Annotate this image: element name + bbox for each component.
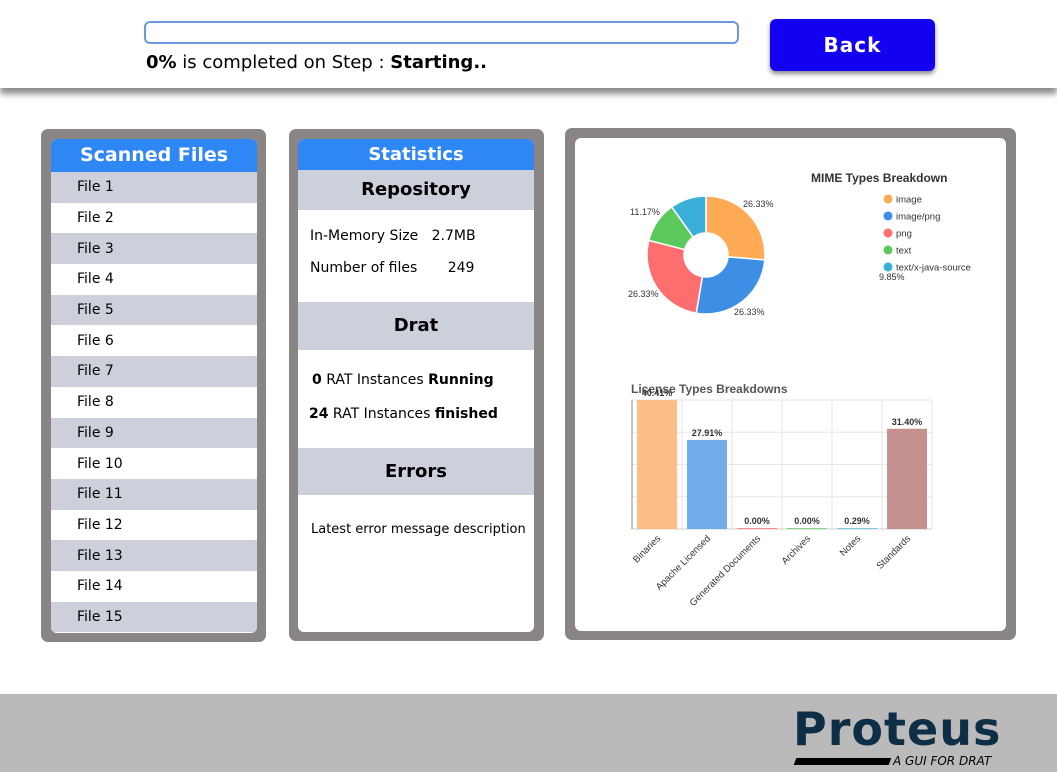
- error-message: Latest error message description: [311, 522, 526, 537]
- scanned-files-panel: Scanned Files File 1 File 2 File 3 File 4 Fi…: [41, 129, 266, 642]
- pie-slice: [646, 239, 704, 315]
- progress-step: Starting..: [390, 52, 487, 73]
- rat-running-row: 0 RAT Instances Running: [312, 372, 494, 388]
- rat-finished-text: RAT Instances: [328, 406, 435, 422]
- back-button[interactable]: Back: [770, 19, 935, 71]
- bar-value-label: 0.29%: [844, 516, 870, 526]
- legend-swatch: [883, 228, 893, 238]
- file-list-item[interactable]: File 1: [51, 172, 257, 203]
- legend-label: text: [896, 246, 912, 257]
- memory-size-row: In-Memory Size 2.7MB: [310, 228, 476, 244]
- file-list-item[interactable]: File 4: [51, 264, 257, 295]
- file-list-item[interactable]: File 2: [51, 202, 257, 234]
- drat-heading: Drat: [298, 302, 534, 350]
- brand-underline: [793, 758, 892, 765]
- file-list-item[interactable]: File 15: [51, 601, 257, 633]
- statistics-title: Statistics: [298, 139, 534, 170]
- x-tick-label: Notes: [838, 533, 864, 559]
- x-tick-label: Binaries: [631, 533, 663, 565]
- rat-finished-status: finished: [434, 406, 498, 422]
- scanned-files-list-container: Scanned Files File 1 File 2 File 3 File 4 Fi…: [51, 139, 257, 633]
- bar: [887, 428, 927, 529]
- rat-finished-count: 24: [309, 406, 329, 422]
- repository-heading: Repository: [298, 170, 534, 210]
- file-list-item[interactable]: File 14: [51, 570, 257, 602]
- bar-value-label: 31.40%: [892, 417, 923, 427]
- file-list-item[interactable]: File 7: [51, 356, 257, 387]
- header-bar: 0% is completed on Step : Starting.. Bac…: [0, 0, 1057, 88]
- x-tick-label: Standards: [875, 533, 914, 572]
- x-tick-label: Archives: [780, 533, 814, 567]
- errors-heading: Errors: [298, 448, 534, 495]
- statistics-container: Statistics Repository In-Memory Size 2.7…: [298, 139, 534, 632]
- statistics-panel: Statistics Repository In-Memory Size 2.7…: [289, 129, 544, 641]
- legend-label: png: [896, 229, 912, 240]
- rat-finished-row: 24 RAT Instances finished: [309, 406, 498, 422]
- file-list-item[interactable]: File 8: [51, 386, 257, 418]
- file-list-item[interactable]: File 5: [51, 294, 257, 326]
- bar-value-label: 0.00%: [744, 516, 770, 526]
- scanned-files-list: File 1 File 2 File 3 File 4 File 5 File 6 File…: [51, 172, 257, 633]
- rat-running-status: Running: [428, 372, 494, 388]
- progress-status: 0% is completed on Step : Starting..: [146, 52, 487, 73]
- charts-canvas: MIME Types Breakdown 26.33% 26.33% 26.33% 11…: [628, 171, 971, 609]
- pie-value-label: 11.17%: [630, 207, 660, 217]
- bar-value-label: 27.91%: [692, 428, 723, 438]
- memory-size-value: 2.7MB: [431, 228, 476, 244]
- bar: [637, 400, 677, 529]
- progress-percent: 0%: [146, 52, 177, 73]
- legend-swatch: [883, 245, 893, 255]
- rat-running-count: 0: [312, 372, 322, 388]
- rat-running-text: RAT Instances: [321, 372, 429, 388]
- legend-swatch: [883, 211, 893, 221]
- bar-value-label: 0.00%: [794, 516, 820, 526]
- number-of-files-value: 249: [447, 260, 475, 276]
- file-list-item[interactable]: File 9: [51, 417, 257, 449]
- number-of-files-row: Number of files 249: [310, 260, 474, 276]
- pie-chart-title: MIME Types Breakdown: [811, 171, 947, 185]
- legend-swatch: [883, 194, 893, 204]
- memory-size-label: In-Memory Size: [310, 228, 419, 244]
- pie-value-label: 26.33%: [743, 199, 774, 209]
- file-list-item[interactable]: File 10: [51, 448, 257, 479]
- legend-label: image/png: [896, 212, 940, 223]
- brand-tagline: A GUI FOR DRAT: [893, 754, 992, 768]
- bar: [737, 528, 777, 529]
- scanned-files-title: Scanned Files: [51, 139, 257, 172]
- pie-value-label: 9.85%: [879, 272, 905, 282]
- charts-panel: MIME Types Breakdown 26.33% 26.33% 26.33% 11…: [565, 128, 1016, 640]
- file-list-item[interactable]: File 6: [51, 325, 257, 357]
- bar: [687, 439, 727, 529]
- file-list-item[interactable]: File 3: [51, 233, 257, 265]
- pie-slice: [695, 256, 766, 315]
- legend-label: image: [896, 195, 922, 206]
- file-list-item[interactable]: File 13: [51, 540, 257, 571]
- file-list-item[interactable]: File 12: [51, 509, 257, 541]
- progress-middle-text: is completed on Step :: [176, 52, 391, 73]
- legend-label: text/x-java-source: [896, 263, 971, 274]
- number-of-files-label: Number of files: [310, 260, 418, 276]
- pie-value-label: 26.33%: [628, 289, 659, 299]
- bar: [837, 528, 877, 529]
- legend-swatch: [883, 262, 893, 272]
- brand-logo-title: Proteus: [793, 702, 1002, 756]
- charts-container: MIME Types Breakdown 26.33% 26.33% 26.33% 11…: [575, 138, 1006, 631]
- pie-value-label: 26.33%: [734, 307, 765, 317]
- bar-value-label: 40.41%: [642, 388, 673, 398]
- file-list-item[interactable]: File 11: [51, 478, 257, 510]
- progress-bar: [144, 21, 739, 44]
- bar: [787, 528, 827, 529]
